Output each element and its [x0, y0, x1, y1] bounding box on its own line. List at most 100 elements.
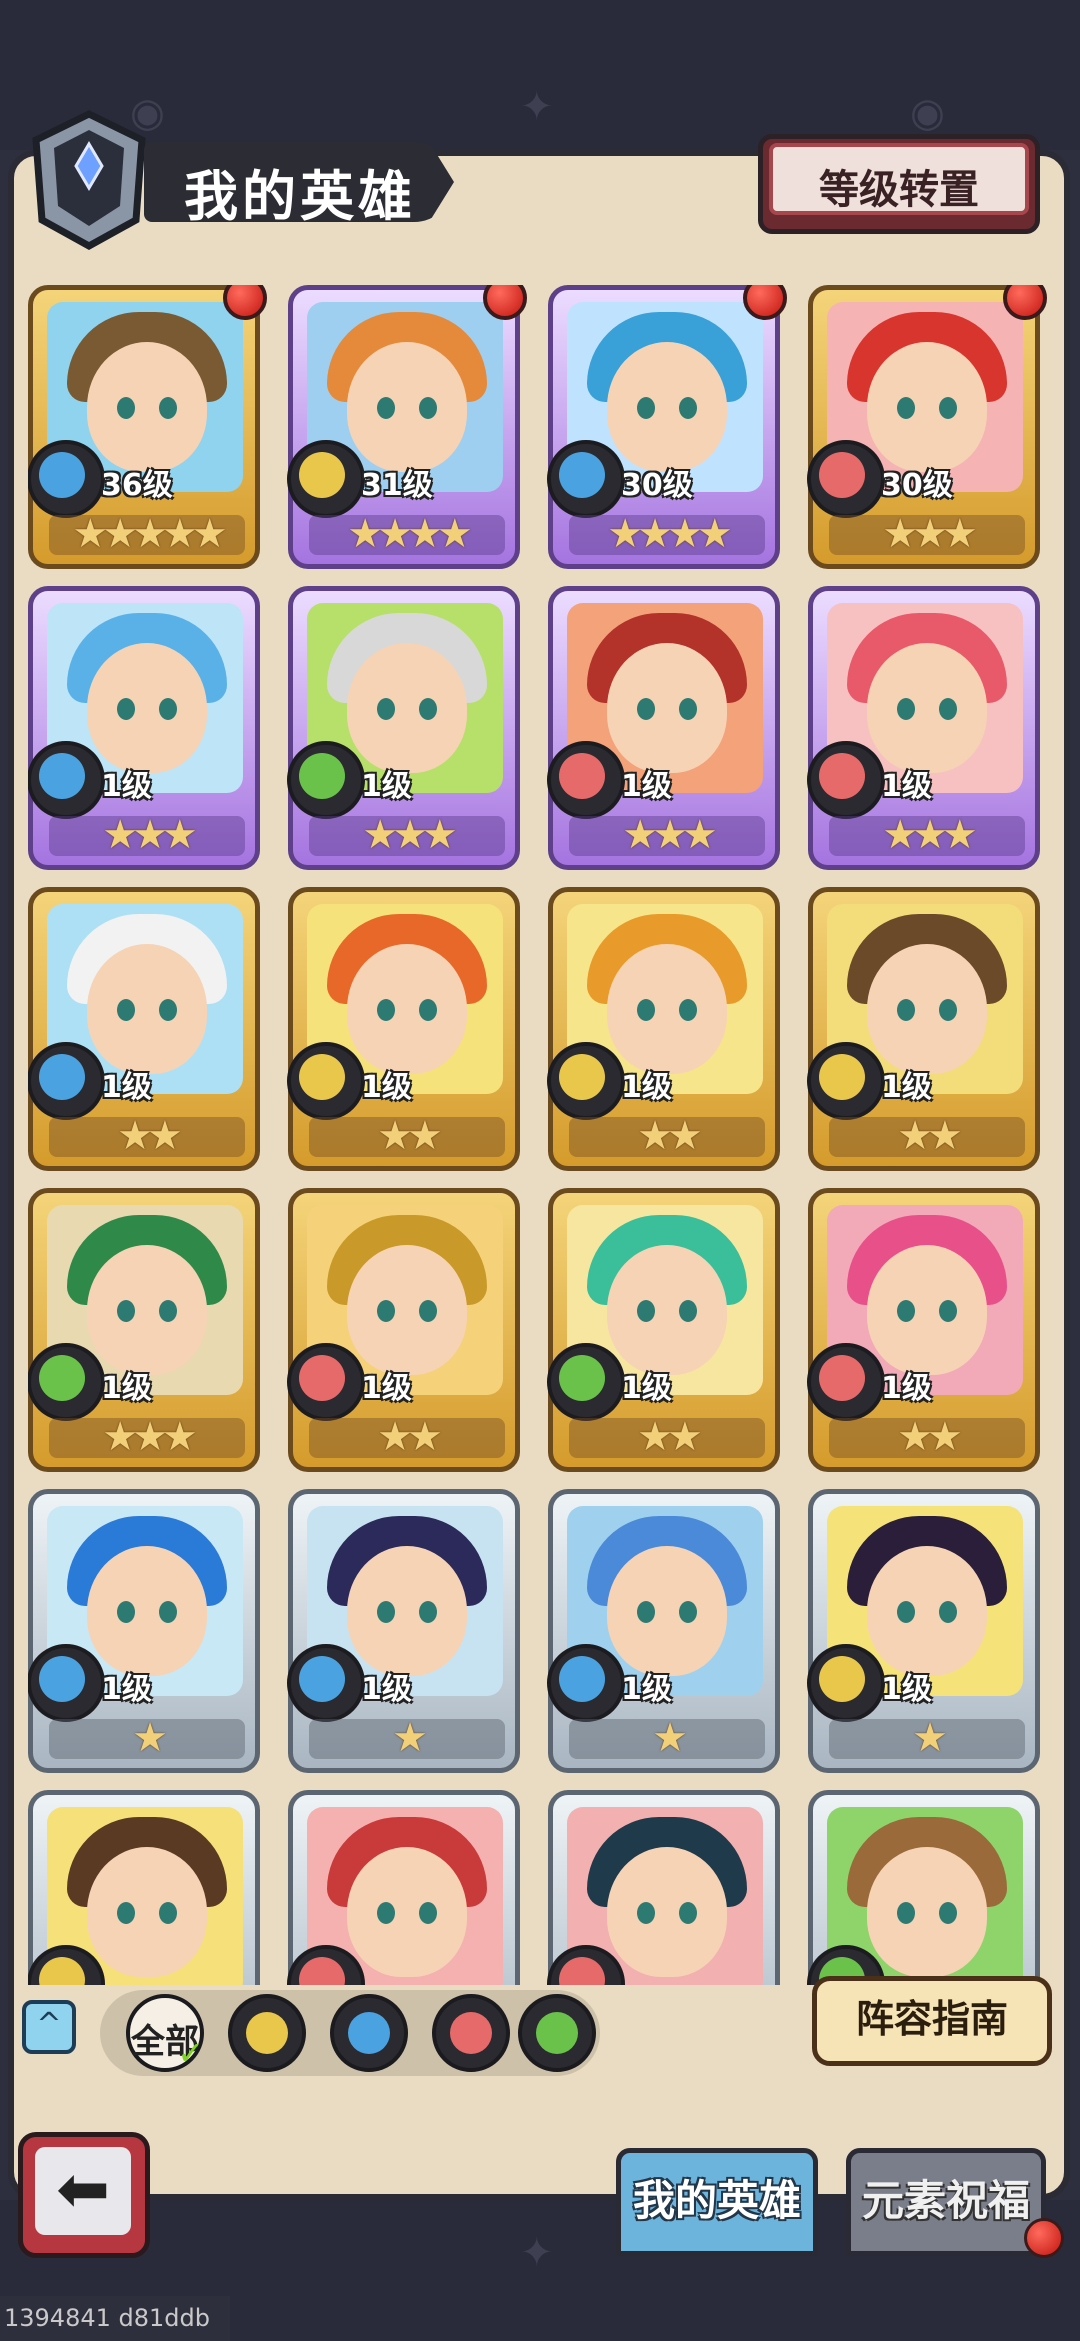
hero-card[interactable]: 1级 ★★★: [547, 586, 780, 870]
hero-face: [607, 643, 727, 773]
hero-eye: [117, 1300, 135, 1322]
filter-water-button[interactable]: [330, 1994, 408, 2072]
star-bar: ★★★★★: [49, 511, 245, 557]
hero-face: [87, 1546, 207, 1676]
fire-element-icon: [807, 440, 885, 518]
hero-face: [607, 1546, 727, 1676]
element-core: [39, 452, 85, 498]
decor-icon: ✦: [520, 2230, 554, 2276]
tab-my-heroes[interactable]: 我的英雄: [616, 2148, 818, 2256]
hero-card[interactable]: 1级 ★★: [28, 887, 260, 1171]
star-bar: ★★: [309, 1113, 505, 1159]
hero-card[interactable]: 1级 ★★: [807, 887, 1040, 1171]
hero-card[interactable]: 36级 ★★★★★: [28, 285, 267, 569]
filter-fire-button[interactable]: [432, 1994, 510, 2072]
hero-eye: [377, 1300, 395, 1322]
hero-card[interactable]: [28, 1790, 260, 1985]
hero-card[interactable]: 30级 ★★★: [807, 285, 1047, 569]
hero-face: [867, 1546, 987, 1676]
star-bar: ★★★★: [309, 511, 505, 557]
star-bar: ★★: [569, 1113, 765, 1159]
hero-card[interactable]: 1级 ★★★: [28, 586, 260, 870]
hero-card[interactable]: 1级 ★: [28, 1489, 260, 1773]
lineup-guide-button[interactable]: 阵容指南: [812, 1976, 1052, 2066]
earth-element-icon: [287, 1042, 365, 1120]
hero-face: [347, 944, 467, 1074]
hero-card[interactable]: [547, 1790, 780, 1985]
hero-face: [347, 1245, 467, 1375]
element-filter-group: 全部 ✓: [100, 1990, 600, 2076]
hero-face: [87, 342, 207, 472]
hero-card[interactable]: 1级 ★★: [287, 1188, 520, 1472]
hero-eye: [117, 698, 135, 720]
hero-eye: [159, 698, 177, 720]
star-rating: ★★★: [882, 812, 978, 858]
hero-level: 1级: [361, 769, 412, 804]
hero-eye: [377, 397, 395, 419]
hero-eye: [419, 1902, 437, 1924]
filter-all-button[interactable]: 全部 ✓: [126, 1994, 204, 2072]
hero-face: [87, 1847, 207, 1977]
hero-level: 1级: [361, 1070, 412, 1105]
fire-element-icon: [547, 741, 625, 819]
filter-earth-button[interactable]: [228, 1994, 306, 2072]
hero-card[interactable]: 1级 ★★★: [287, 586, 520, 870]
star-bar: ★: [309, 1715, 505, 1761]
hero-eye: [637, 1902, 655, 1924]
hero-card[interactable]: 1级 ★★: [547, 1188, 780, 1472]
hero-card[interactable]: [287, 1790, 520, 1985]
hero-level: 1级: [881, 1672, 932, 1707]
hero-level: 30级: [881, 468, 953, 503]
earth-element-icon: [807, 1042, 885, 1120]
water-element-icon: [348, 2012, 390, 2054]
hero-face: [867, 1847, 987, 1977]
star-rating: ★★: [637, 1113, 703, 1159]
hero-face: [347, 1847, 467, 1977]
hero-card[interactable]: 1级 ★: [547, 1489, 780, 1773]
hero-level: 1级: [621, 1070, 672, 1105]
hero-level: 31级: [361, 468, 433, 503]
hero-level: 1级: [621, 769, 672, 804]
water-element-icon: [28, 741, 105, 819]
filter-bar: ^ 全部 ✓ 阵容指南: [22, 1976, 1052, 2150]
hero-level: 36级: [101, 468, 173, 503]
level-transfer-button[interactable]: 等级转置: [758, 134, 1040, 234]
hero-card[interactable]: 1级 ★★: [807, 1188, 1040, 1472]
star-bar: ★: [569, 1715, 765, 1761]
hero-grid: 36级 ★★★★★ 31级 ★★★★ 30级 ★★★★ 30级 ★★★ 1级 ★★★ 1级 ★★★ 1级…: [28, 285, 1058, 1985]
check-icon: ✓: [177, 2034, 204, 2072]
tab-element-blessing[interactable]: 元素祝福: [846, 2148, 1046, 2256]
hero-eye: [897, 698, 915, 720]
hero-eye: [897, 1300, 915, 1322]
hero-card[interactable]: 31级 ★★★★: [287, 285, 527, 569]
hero-card[interactable]: 1级 ★★: [287, 887, 520, 1171]
hero-eye: [679, 1601, 697, 1623]
hero-face: [87, 1245, 207, 1375]
fire-element-icon: [450, 2012, 492, 2054]
watermark: 1394841 d81ddb: [0, 2296, 230, 2341]
star-rating: ★★: [897, 1113, 963, 1159]
hero-eye: [637, 397, 655, 419]
hero-card[interactable]: 1级 ★: [807, 1489, 1040, 1773]
hero-face: [347, 342, 467, 472]
element-core: [299, 452, 345, 498]
back-button[interactable]: ⬅: [18, 2132, 150, 2258]
hero-face: [607, 342, 727, 472]
hero-card[interactable]: 1级 ★★★: [28, 1188, 260, 1472]
hero-eye: [419, 999, 437, 1021]
star-bar: ★★★: [569, 812, 765, 858]
hero-card[interactable]: 1级 ★: [287, 1489, 520, 1773]
hero-card[interactable]: 1级 ★★: [547, 887, 780, 1171]
star-rating: ★★★: [882, 511, 978, 557]
level-transfer-label: 等级转置: [819, 167, 979, 213]
hero-eye: [679, 698, 697, 720]
star-bar: ★★★★: [569, 511, 765, 557]
hero-card[interactable]: 1级 ★★★: [807, 586, 1040, 870]
hero-card[interactable]: 30级 ★★★★: [547, 285, 787, 569]
hero-eye: [637, 1300, 655, 1322]
collapse-toggle-button[interactable]: ^: [22, 2000, 76, 2054]
hero-level: 1级: [101, 769, 152, 804]
hero-level: 1级: [881, 1070, 932, 1105]
filter-wood-button[interactable]: [518, 1994, 596, 2072]
hero-card[interactable]: [807, 1790, 1040, 1985]
